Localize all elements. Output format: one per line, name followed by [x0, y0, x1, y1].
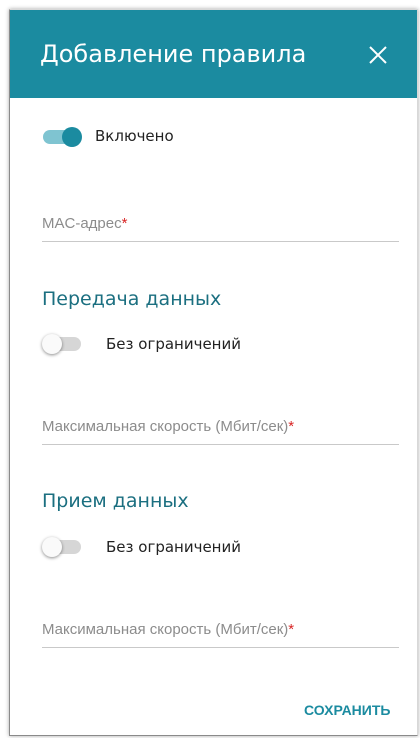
toggle-knob: [42, 537, 62, 557]
dialog-title: Добавление правила: [40, 40, 307, 68]
enabled-toggle[interactable]: [40, 125, 82, 149]
download-max-speed-label: Максимальная скорость (Мбит/сек)*: [42, 621, 295, 638]
dialog-header: Добавление правила: [10, 10, 417, 98]
mac-address-field[interactable]: MAC-адрес*: [42, 205, 399, 242]
mac-address-label: MAC-адрес*: [42, 215, 128, 232]
add-rule-dialog: Добавление правила Включено MAC-адрес* П…: [9, 9, 418, 736]
enabled-toggle-label: Включено: [95, 127, 174, 145]
save-button[interactable]: СОХРАНИТЬ: [304, 702, 390, 718]
upload-unlimited-toggle[interactable]: [42, 332, 84, 356]
close-icon: [369, 46, 387, 64]
download-unlimited-label: Без ограничений: [106, 538, 241, 556]
upload-max-speed-label: Максимальная скорость (Мбит/сек)*: [42, 418, 295, 435]
download-max-speed-field[interactable]: Максимальная скорость (Мбит/сек)*: [42, 611, 399, 648]
upload-max-speed-field[interactable]: Максимальная скорость (Мбит/сек)*: [42, 408, 399, 445]
toggle-knob: [42, 334, 62, 354]
required-marker: *: [288, 621, 295, 638]
required-marker: *: [288, 418, 295, 435]
download-unlimited-toggle[interactable]: [42, 535, 84, 559]
toggle-knob: [62, 127, 82, 147]
upload-unlimited-label: Без ограничений: [106, 335, 241, 353]
required-marker: *: [121, 215, 128, 232]
close-button[interactable]: [364, 41, 392, 69]
upload-section-title: Передача данных: [42, 288, 222, 310]
download-section-title: Прием данных: [42, 490, 189, 512]
